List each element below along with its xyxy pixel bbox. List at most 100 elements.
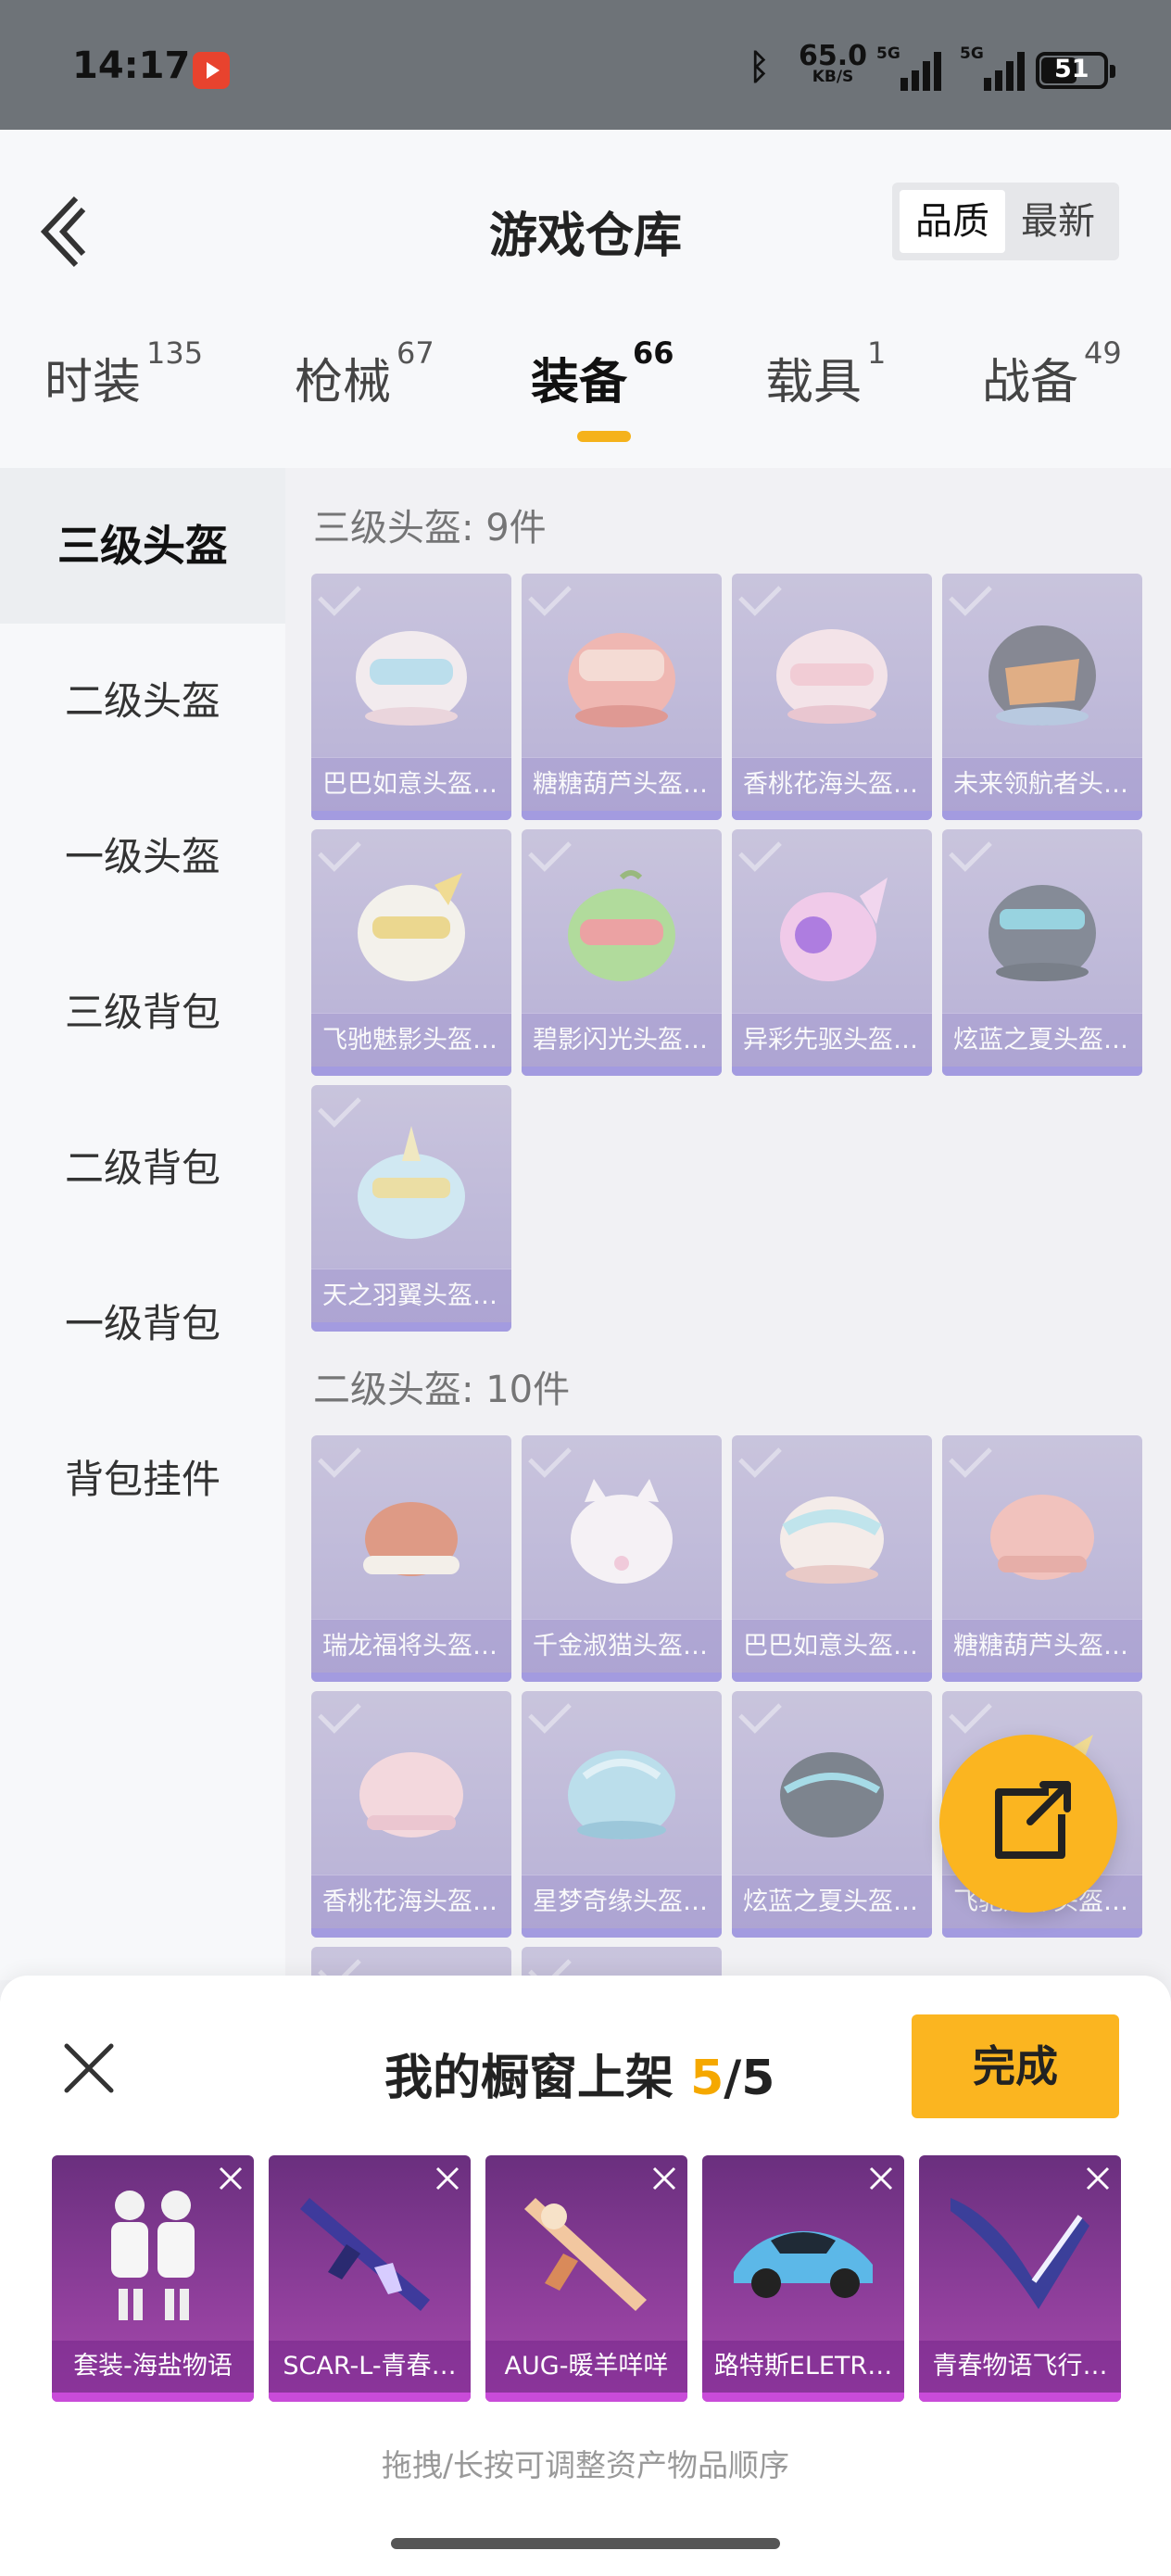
tab-count: 66 (633, 335, 674, 371)
slot-name: 套装-海盐物语 (52, 2341, 254, 2393)
showcase-slot[interactable]: 路特斯ELETR… (702, 2155, 904, 2402)
helmet-icon (780, 1752, 884, 1837)
remove-icon[interactable] (215, 2163, 246, 2194)
tab-count: 1 (867, 335, 887, 371)
tab-supplies[interactable]: 战备49 (982, 335, 1122, 412)
rifle-icon (300, 2198, 430, 2311)
status-bar: 14:17 ᛒ 65.0 KB/S 5G 5G 51 (0, 0, 1171, 130)
remove-icon[interactable] (648, 2163, 680, 2194)
item-card[interactable]: 飞驰魅影头盔… (311, 829, 511, 1076)
sidebar: 三级头盔 二级头盔 一级头盔 三级背包 二级背包 一级背包 背包挂件 (0, 468, 285, 1980)
item-card[interactable]: 未来领航者头… (942, 574, 1142, 820)
sort-quality-button[interactable]: 品质 (900, 190, 1005, 253)
helmet-icon (356, 631, 467, 726)
showcase-count: 5 (690, 2051, 724, 2106)
sheet-title-text: 我的橱窗上架 (384, 2051, 691, 2106)
item-card[interactable]: 炫蓝之夏头盔… (942, 829, 1142, 1076)
item-card[interactable]: 巴巴如意头盔… (732, 1435, 932, 1682)
item-card[interactable]: 天之羽翼头盔… (311, 1085, 511, 1332)
page-title: 游戏仓库 (488, 208, 682, 264)
tab-label: 载具 (765, 355, 863, 410)
close-icon (64, 2043, 114, 2093)
helmet-icon (568, 1750, 675, 1839)
sidebar-item-level2-backpack[interactable]: 二级背包 (0, 1091, 285, 1246)
showcase-slot[interactable]: AUG-暖羊咩咩 (485, 2155, 687, 2402)
helmet-icon (990, 1495, 1094, 1580)
sim2-label: 5G (960, 44, 984, 63)
item-name: 未来领航者头… (942, 757, 1142, 811)
item-name: 炫蓝之夏头盔… (942, 1013, 1142, 1067)
sidebar-item-backpack-charm[interactable]: 背包挂件 (0, 1402, 285, 1558)
item-name: 糖糖葫芦头盔… (942, 1619, 1142, 1673)
tab-vehicles[interactable]: 载具1 (765, 335, 886, 412)
sidebar-item-level3-helmet[interactable]: 三级头盔 (0, 468, 285, 624)
helmet-icon (780, 1496, 884, 1584)
item-card[interactable]: 星梦奇缘头盔… (522, 1691, 722, 1938)
showcase-total: /5 (724, 2051, 775, 2106)
helmet-icon (358, 873, 465, 981)
item-name: 碧影闪光头盔… (522, 1013, 722, 1067)
category-tabs: 时装135 枪械67 装备66 载具1 战备49 (0, 335, 1171, 468)
reorder-hint: 拖拽/长按可调整资产物品顺序 (381, 2447, 790, 2483)
item-card[interactable]: 糖糖葫芦头盔… (522, 574, 722, 820)
sidebar-item-level2-helmet[interactable]: 二级头盔 (0, 624, 285, 779)
item-card[interactable]: 香桃花海头盔… (311, 1691, 511, 1938)
tab-fashion[interactable]: 时装135 (44, 335, 203, 412)
item-card[interactable]: 香桃花海头盔… (732, 574, 932, 820)
chevron-left-icon (40, 196, 86, 268)
sort-toggle: 品质 最新 (892, 183, 1119, 260)
helmet-icon (780, 878, 888, 981)
tab-label: 装备 (531, 355, 628, 410)
item-card[interactable]: 糖糖葫芦头盔… (942, 1435, 1142, 1682)
done-button[interactable]: 完成 (912, 2014, 1119, 2118)
showcase-slot[interactable]: SCAR-L-青春… (269, 2155, 471, 2402)
remove-icon[interactable] (865, 2163, 897, 2194)
item-name: 飞驰魅影头盔… (311, 1013, 511, 1067)
share-button[interactable] (939, 1735, 1117, 1913)
slot-name: AUG-暖羊咩咩 (485, 2341, 687, 2393)
home-indicator[interactable] (391, 2538, 780, 2549)
remove-icon[interactable] (1082, 2163, 1114, 2194)
item-card[interactable]: 巴巴如意头盔… (311, 574, 511, 820)
back-button[interactable] (37, 185, 93, 278)
item-card[interactable]: 千金淑猫头盔… (522, 1435, 722, 1682)
helmet-icon (988, 625, 1096, 726)
item-name: 巴巴如意头盔… (732, 1619, 932, 1673)
remove-icon[interactable] (432, 2163, 463, 2194)
item-name: 星梦奇缘头盔… (522, 1875, 722, 1928)
showcase-sheet: 我的橱窗上架 5/5 完成 套装-海盐物语 SCAR-L-青春… AUG-暖羊咩… (0, 1976, 1171, 2576)
car-icon (734, 2230, 873, 2298)
sidebar-item-level1-helmet[interactable]: 一级头盔 (0, 779, 285, 935)
item-name: 异彩先驱头盔… (732, 1013, 932, 1067)
item-card[interactable]: 瑞龙福将头盔… (311, 1435, 511, 1682)
tab-equipment[interactable]: 装备66 (531, 335, 674, 412)
tab-label: 枪械 (295, 355, 392, 410)
item-card[interactable]: 碧影闪光头盔… (522, 829, 722, 1076)
helmet-icon (358, 1126, 465, 1239)
slot-name: SCAR-L-青春… (269, 2341, 471, 2393)
item-card[interactable]: 异彩先驱头盔… (732, 829, 932, 1076)
battery-level: 51 (1054, 55, 1089, 83)
sidebar-item-level3-backpack[interactable]: 三级背包 (0, 935, 285, 1091)
network-speed: 65.0 KB/S (799, 43, 867, 86)
active-tab-indicator (577, 431, 631, 442)
section-title: 二级头盔: 10件 (313, 1369, 571, 1411)
sidebar-item-level1-backpack[interactable]: 一级背包 (0, 1246, 285, 1402)
tab-firearms[interactable]: 枪械67 (295, 335, 434, 412)
signal-sim2-icon: 5G (960, 44, 1025, 91)
slot-name: 路特斯ELETR… (702, 2341, 904, 2393)
helmet-icon (568, 633, 675, 727)
item-name: 天之羽翼头盔… (311, 1269, 511, 1322)
section-title: 三级头盔: 9件 (313, 507, 547, 549)
signal-sim1-icon: 5G (876, 44, 941, 91)
helmet-icon (359, 1752, 463, 1837)
sheet-title: 我的橱窗上架 5/5 (384, 2039, 774, 2108)
close-button[interactable] (61, 2040, 117, 2096)
sim1-label: 5G (876, 44, 900, 63)
showcase-slot[interactable]: 套装-海盐物语 (52, 2155, 254, 2402)
sort-newest-button[interactable]: 最新 (1005, 190, 1111, 253)
outfit-icon (111, 2191, 195, 2320)
item-card[interactable]: 炫蓝之夏头盔… (732, 1691, 932, 1938)
showcase-slot[interactable]: 青春物语飞行… (919, 2155, 1121, 2402)
header: 游戏仓库 品质 最新 时装135 枪械67 装备66 载具1 战备49 (0, 130, 1171, 468)
